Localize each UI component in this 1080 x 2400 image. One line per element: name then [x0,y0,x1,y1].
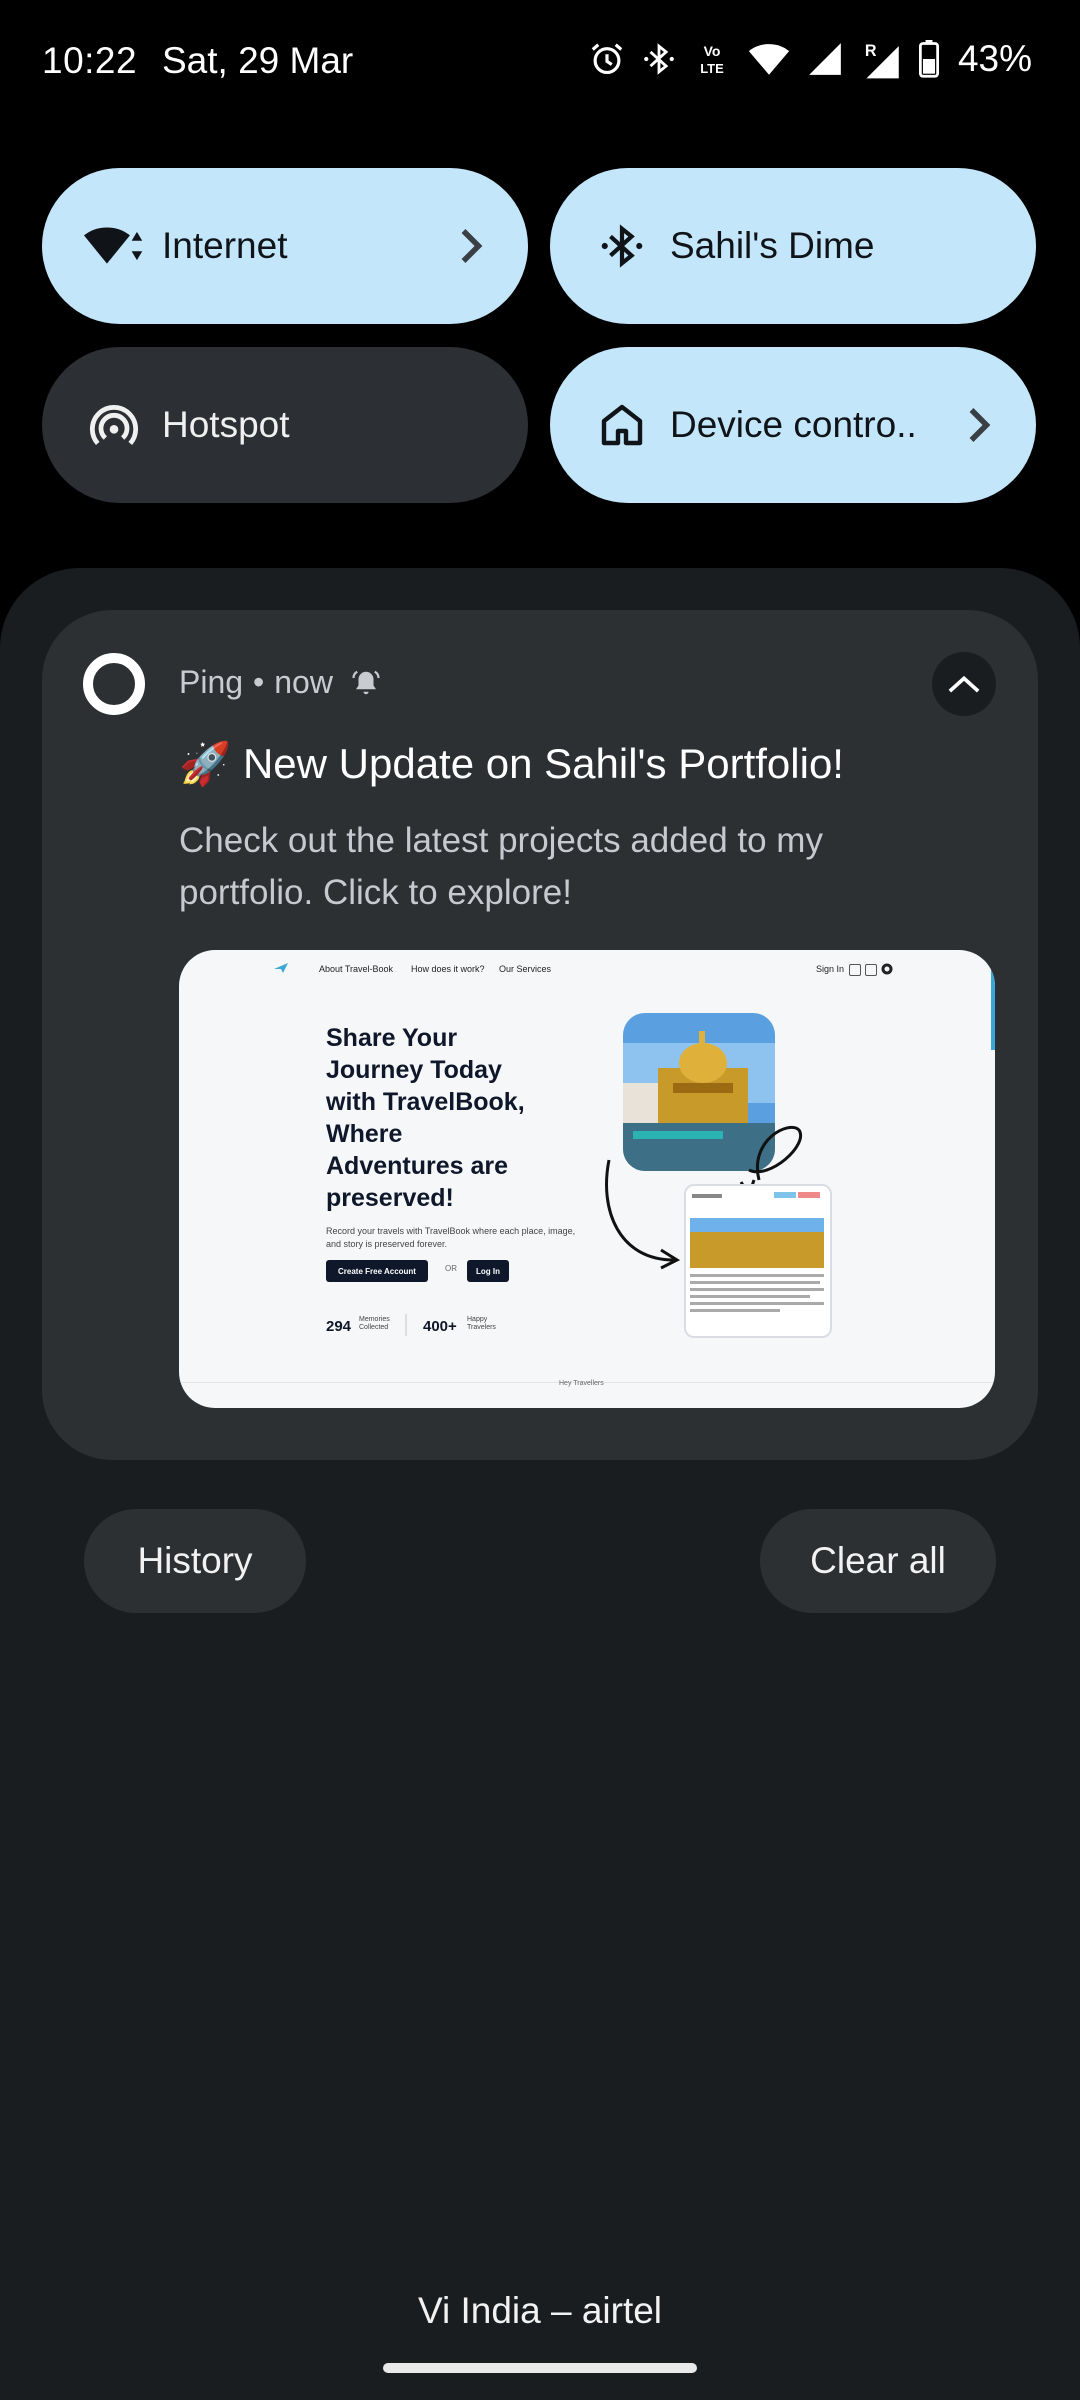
svg-text:R: R [865,42,877,60]
travelbook-logo-icon [274,963,288,973]
tile-device-controls[interactable]: Device contro.. [550,347,1036,503]
bell-alert-icon [352,670,380,694]
bluetooth-icon [642,40,676,78]
signal-roaming-icon: R [860,39,902,79]
preview-stat-label: Happy Travelers [467,1316,496,1331]
preview-navbar: About Travel-Book How does it work? Our … [179,950,995,980]
tile-hotspot[interactable]: Hotspot [42,347,528,503]
tile-bluetooth[interactable]: Sahil's Dime [550,168,1036,324]
history-button[interactable]: History [84,1509,306,1613]
volte-icon: Vo LTE [692,39,732,79]
notification-preview-image[interactable]: About Travel-Book How does it work? Our … [179,950,995,1408]
battery-percent: 43% [957,38,1032,79]
collapse-button[interactable] [932,652,996,716]
linkedin-icon [849,964,861,976]
carrier-label: Vi India – airtel [417,2290,663,2331]
mini-tag [798,1192,820,1198]
mini-text-line [690,1295,810,1298]
heading-line: Where [326,1120,403,1148]
svg-text:LTE: LTE [700,61,724,76]
battery-icon [918,40,940,78]
preview-nav-link: About Travel-Book [319,964,394,974]
notification-card[interactable]: Ping • now 🚀 New Update on Sahil's Portf… [42,610,1038,1460]
tile-label: Internet [162,225,288,266]
header-separator: • [253,664,265,700]
preview-subtext: Record your travels with TravelBook wher… [326,1226,576,1249]
preview-mini-screenshot [684,1184,832,1338]
preview-scrollbar [991,970,995,1050]
hotspot-icon [84,395,144,455]
alarm-icon [588,40,626,78]
status-date: Sat, 29 Mar [162,40,354,81]
mini-text-line [690,1274,824,1277]
tile-internet[interactable]: Internet [42,168,528,324]
notification-body: Check out the latest projects added to m… [179,821,823,912]
stat-divider [405,1314,407,1336]
tile-label: Sahil's Dime [670,225,875,266]
clear-all-button[interactable]: Clear all [760,1509,996,1613]
preview-nav-link: Our Services [499,964,552,974]
heading-line: with TravelBook, [326,1088,525,1116]
preview-stat-value: 294 [326,1318,352,1335]
preview-create-account-button: Create Free Account [326,1260,428,1282]
heading-line: Adventures are [326,1152,509,1180]
bluetooth-icon [592,216,652,276]
signal-icon [806,40,844,78]
notification-app-name: Ping [179,664,244,700]
preview-or-text: OR [445,1264,457,1273]
wifi-icon [84,216,144,276]
wifi-icon [748,41,790,77]
preview-stat-label: Memories Collected [359,1316,390,1331]
mini-text-line [690,1288,824,1291]
preview-nav-link: How does it work? [411,964,485,974]
preview-heading: Share Your Journey Today with TravelBook… [326,1022,586,1214]
svg-text:Vo: Vo [704,43,721,59]
preview-sign-in: Sign In [816,964,845,974]
status-time: 10:22 [42,40,138,81]
chevron-right-icon [461,229,483,263]
mini-text-line [692,1194,722,1198]
home-icon [592,395,652,455]
notification-header: Ping • now [179,664,381,701]
ping-app-icon [83,653,145,715]
tile-label: Device contro.. [670,404,917,445]
tile-label: Hotspot [162,404,290,445]
preview-stat-value: 400+ [423,1318,457,1335]
mini-tag [774,1192,796,1198]
notification-title: 🚀 New Update on Sahil's Portfolio! [179,740,844,787]
heading-line: Share Your [326,1024,458,1052]
github-icon [881,963,893,975]
notification-time: now [274,664,333,700]
chevron-up-icon [948,675,980,693]
status-icons: Vo LTE R 43% [588,38,1032,80]
mini-text-line [690,1309,780,1312]
heading-line: preserved! [326,1184,454,1212]
preview-footer-text: Hey Travellers [559,1380,604,1387]
heading-line: Journey Today [326,1056,502,1084]
status-bar: 10:22 Sat, 29 Mar Vo LTE R 43% [0,0,1080,130]
mini-text-line [690,1302,824,1305]
home-gesture-bar[interactable] [383,2363,697,2373]
document-icon [865,964,877,976]
mini-text-line [690,1281,820,1284]
chevron-right-icon [969,408,991,442]
preview-login-button: Log In [467,1260,509,1282]
mini-sky [690,1218,824,1232]
